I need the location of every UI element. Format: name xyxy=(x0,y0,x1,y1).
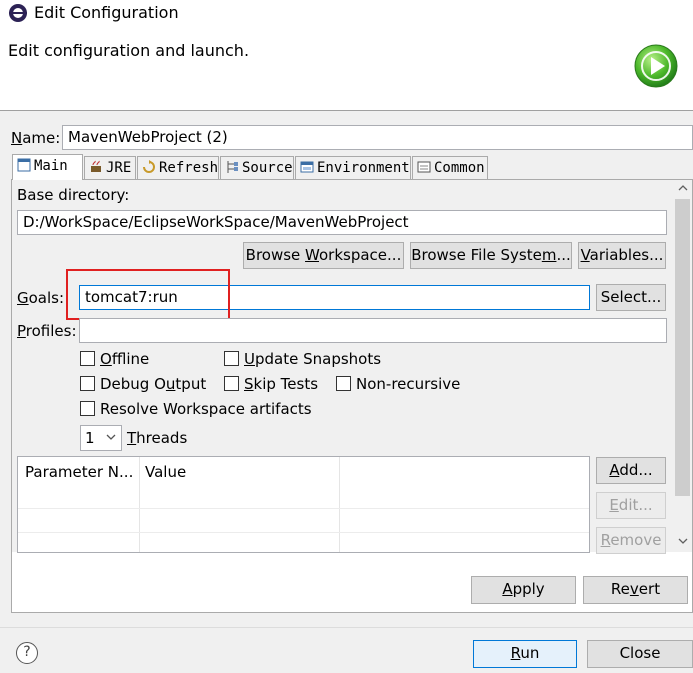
non-recursive-checkbox[interactable]: Non-recursive xyxy=(336,375,460,393)
table-row xyxy=(18,532,589,533)
parameters-table[interactable]: Parameter N... Value xyxy=(17,456,590,553)
tab-refresh[interactable]: Refresh xyxy=(137,156,219,179)
non-recursive-checkbox-box xyxy=(336,376,351,391)
remove-parameter-button[interactable]: Remove xyxy=(596,527,666,554)
edit-parameter-button[interactable]: Edit... xyxy=(596,492,666,519)
offline-checkbox[interactable]: Offline xyxy=(80,350,149,368)
update-snapshots-checkbox[interactable]: Update Snapshots xyxy=(224,350,381,368)
scrollbar-thumb[interactable] xyxy=(675,199,690,496)
browse-workspace-button[interactable]: Browse Workspace... xyxy=(243,242,404,269)
apply-button[interactable]: Apply xyxy=(471,576,576,604)
help-icon[interactable]: ? xyxy=(16,642,38,664)
goals-select-button[interactable]: Select... xyxy=(596,284,666,311)
tab-source-label: Source xyxy=(242,160,293,176)
jre-icon xyxy=(91,160,101,172)
window-title: Edit Configuration xyxy=(34,3,179,22)
offline-checkbox-box xyxy=(80,351,95,366)
close-button[interactable]: Close xyxy=(587,640,693,668)
tab-jre-label: JRE xyxy=(106,160,132,176)
name-label: Name: xyxy=(11,129,61,147)
header-description: Edit configuration and launch. xyxy=(8,41,250,60)
add-parameter-button[interactable]: Add... xyxy=(596,457,666,484)
chevron-down-icon xyxy=(105,431,117,446)
browse-file-system-button[interactable]: Browse File System... xyxy=(410,242,572,269)
main-tab-icon xyxy=(17,158,31,172)
base-directory-label: Base directory: xyxy=(17,186,130,204)
run-button[interactable]: Run xyxy=(473,640,577,668)
source-icon xyxy=(227,161,238,173)
footer-separator xyxy=(0,627,693,628)
resolve-workspace-checkbox[interactable]: Resolve Workspace artifacts xyxy=(80,400,312,418)
variables-button[interactable]: Variables... xyxy=(578,242,666,269)
refresh-icon xyxy=(143,160,155,173)
column-header-parameter[interactable]: Parameter N... xyxy=(25,463,133,481)
threads-dropdown[interactable]: 1 xyxy=(80,425,122,451)
tab-environment-label: Environment xyxy=(317,160,410,176)
tab-refresh-label: Refresh xyxy=(159,160,219,176)
goals-highlight-annotation xyxy=(66,269,230,320)
debug-output-checkbox[interactable]: Debug Output xyxy=(80,375,206,393)
update-snapshots-checkbox-box xyxy=(224,351,239,366)
base-directory-field[interactable]: D:/WorkSpace/EclipseWorkSpace/MavenWebPr… xyxy=(17,210,667,235)
column-divider xyxy=(339,457,340,552)
column-header-value[interactable]: Value xyxy=(145,463,186,481)
resolve-workspace-label: Resolve Workspace artifacts xyxy=(100,400,312,418)
tab-common-label: Common xyxy=(434,160,485,176)
environment-icon xyxy=(300,161,314,173)
scroll-down-arrow-icon[interactable] xyxy=(673,533,692,551)
table-row xyxy=(18,508,589,509)
eclipse-app-icon xyxy=(8,3,28,23)
scroll-up-arrow-icon[interactable] xyxy=(673,180,692,198)
non-recursive-label: Non-recursive xyxy=(356,375,461,393)
tab-jre[interactable]: JRE xyxy=(84,156,136,179)
resolve-workspace-checkbox-box xyxy=(80,401,95,416)
debug-output-checkbox-box xyxy=(80,376,95,391)
threads-label: Threads xyxy=(127,429,188,447)
tab-source[interactable]: Source xyxy=(220,156,294,179)
launch-run-icon xyxy=(633,43,679,89)
revert-button[interactable]: Revert xyxy=(583,576,688,604)
threads-value: 1 xyxy=(85,429,95,447)
skip-tests-checkbox-box xyxy=(224,376,239,391)
profiles-field[interactable] xyxy=(79,318,667,343)
tab-main-label: Main xyxy=(34,158,68,174)
name-field[interactable]: MavenWebProject (2) xyxy=(62,125,693,150)
tab-environment[interactable]: Environment xyxy=(295,156,411,179)
goals-label: Goals: xyxy=(17,289,65,307)
tab-common[interactable]: Common xyxy=(412,156,488,179)
common-icon xyxy=(417,161,431,173)
profiles-label: Profiles: xyxy=(17,322,77,340)
skip-tests-checkbox[interactable]: Skip Tests xyxy=(224,375,318,393)
column-divider xyxy=(139,457,140,552)
tab-main[interactable]: Main xyxy=(12,154,83,180)
